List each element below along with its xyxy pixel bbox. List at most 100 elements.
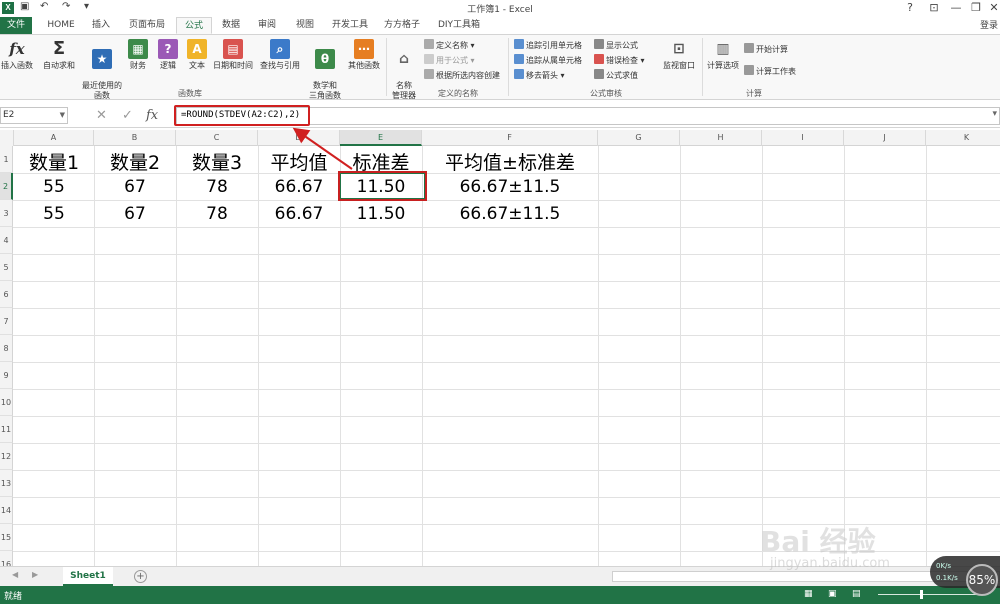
cell-b2[interactable]: 67 [94, 177, 176, 197]
tab-file[interactable]: 文件 [0, 17, 32, 34]
remove-arrows-button[interactable]: 移去箭头 ▾ [514, 69, 565, 83]
prev-sheet-icon[interactable]: ◀ [12, 570, 18, 579]
tab-developer[interactable]: 开发工具 [328, 17, 372, 34]
use-in-formula-button[interactable]: 用于公式 ▾ [424, 54, 475, 68]
row-header-5[interactable]: 5 [0, 254, 13, 281]
tab-formulas[interactable]: 公式 [176, 17, 212, 34]
cell-a1[interactable]: 数量1 [14, 148, 94, 175]
cell-c2[interactable]: 78 [176, 177, 258, 197]
calc-now-button[interactable]: 开始计算 [744, 43, 788, 57]
show-formulas-button[interactable]: 显示公式 [594, 39, 638, 53]
column-header-j[interactable]: J [844, 130, 926, 146]
cell-f1[interactable]: 平均值±标准差 [422, 148, 598, 175]
undo-icon[interactable]: ↶ [40, 1, 48, 12]
tab-insert[interactable]: 插入 [86, 17, 116, 34]
create-from-selection-button[interactable]: 根据所选内容创建 [424, 69, 500, 83]
row-header-13[interactable]: 13 [0, 470, 13, 497]
datetime-button[interactable]: ▤ 日期和时间 [210, 39, 256, 71]
page-layout-view-icon[interactable]: ▣ [828, 589, 837, 599]
column-header-c[interactable]: C [176, 130, 258, 146]
column-header-g[interactable]: G [598, 130, 680, 146]
define-name-button[interactable]: 定义名称 ▾ [424, 39, 475, 53]
column-header-b[interactable]: B [94, 130, 176, 146]
calc-options-button[interactable]: ▥ 计算选项 [704, 39, 742, 71]
tab-home[interactable]: HOME [42, 17, 80, 34]
cell-a3[interactable]: 55 [14, 204, 94, 224]
tab-data[interactable]: 数据 [216, 17, 246, 34]
column-header-f[interactable]: F [422, 130, 598, 146]
zoom-slider-knob[interactable] [920, 590, 923, 599]
column-header-d[interactable]: D [258, 130, 340, 146]
autosum-button[interactable]: Σ 自动求和 [40, 39, 78, 71]
cell-d2[interactable]: 66.67 [258, 177, 340, 197]
row-header-12[interactable]: 12 [0, 443, 13, 470]
math-trig-button[interactable]: θ 数学和 三角函数 [304, 39, 346, 101]
sheet-tab-sheet1[interactable]: Sheet1 [63, 567, 113, 586]
tab-page-layout[interactable]: 页面布局 [124, 17, 170, 34]
column-header-h[interactable]: H [680, 130, 762, 146]
cancel-formula-icon[interactable]: ✕ [96, 108, 107, 123]
next-sheet-icon[interactable]: ▶ [32, 570, 38, 579]
normal-view-icon[interactable]: ▦ [804, 589, 813, 599]
row-header-9[interactable]: 9 [0, 362, 13, 389]
error-checking-button[interactable]: 错误检查 ▾ [594, 54, 645, 68]
cell-a2[interactable]: 55 [14, 177, 94, 197]
cell-d1[interactable]: 平均值 [258, 148, 340, 175]
column-header-a[interactable]: A [14, 130, 94, 146]
row-header-11[interactable]: 11 [0, 416, 13, 443]
name-box-dropdown-icon[interactable]: ▼ [60, 108, 65, 123]
redo-icon[interactable]: ↷ [62, 1, 70, 12]
ribbon-display-button[interactable]: ⊡ [924, 1, 944, 14]
row-header-1[interactable]: 1 [0, 146, 13, 173]
close-button[interactable]: ✕ [984, 1, 1000, 14]
row-header-16[interactable]: 16 [0, 551, 13, 566]
row-header-10[interactable]: 10 [0, 389, 13, 416]
help-button[interactable]: ? [900, 1, 920, 14]
financial-button[interactable]: ▦ 财务 [126, 39, 150, 71]
tab-diy-toolbox[interactable]: DIY工具箱 [432, 17, 486, 34]
customize-qa-icon[interactable]: ▾ [84, 1, 89, 12]
zoom-slider[interactable] [878, 594, 978, 595]
tab-fangfang[interactable]: 方方格子 [380, 17, 424, 34]
name-manager-button[interactable]: ⌂ 名称 管理器 [388, 39, 420, 101]
column-header-e[interactable]: E [340, 130, 422, 146]
lookup-button[interactable]: ⌕ 查找与引用 [258, 39, 302, 71]
cell-f3[interactable]: 66.67±11.5 [422, 204, 598, 224]
cell-c3[interactable]: 78 [176, 204, 258, 224]
row-header-2[interactable]: 2 [0, 173, 13, 200]
trace-dependents-button[interactable]: 追踪从属单元格 [514, 54, 582, 68]
worksheet-grid[interactable]: A B C D E F G H I J K 1 2 3 4 5 6 7 8 9 … [0, 130, 1000, 566]
cell-f2[interactable]: 66.67±11.5 [422, 177, 598, 197]
more-functions-button[interactable]: ⋯ 其他函数 [344, 39, 384, 71]
evaluate-formula-button[interactable]: 公式求值 [594, 69, 638, 83]
column-header-k[interactable]: K [926, 130, 1000, 146]
row-header-8[interactable]: 8 [0, 335, 13, 362]
trace-precedents-button[interactable]: 追踪引用单元格 [514, 39, 582, 53]
tab-view[interactable]: 视图 [290, 17, 320, 34]
add-sheet-button[interactable]: + [134, 570, 147, 583]
insert-function-fx-icon[interactable]: fx [146, 108, 158, 123]
text-button[interactable]: A 文本 [184, 39, 210, 71]
select-all-corner[interactable] [0, 130, 14, 146]
row-header-14[interactable]: 14 [0, 497, 13, 524]
cell-c1[interactable]: 数量3 [176, 148, 258, 175]
logical-button[interactable]: ? 逻辑 [156, 39, 180, 71]
column-header-i[interactable]: I [762, 130, 844, 146]
cell-e3[interactable]: 11.50 [340, 204, 422, 224]
tab-review[interactable]: 审阅 [252, 17, 282, 34]
insert-function-button[interactable]: fx 插入函数 [0, 39, 34, 71]
expand-formula-bar-icon[interactable]: ▾ [992, 109, 997, 119]
cell-b1[interactable]: 数量2 [94, 148, 176, 175]
enter-formula-icon[interactable]: ✓ [122, 108, 133, 123]
minimize-button[interactable]: — [946, 1, 966, 14]
name-box[interactable]: E2 ▼ [0, 107, 68, 124]
restore-button[interactable]: ❐ [966, 1, 986, 14]
recent-functions-button[interactable]: ★ 最近使用的 函数 [80, 39, 124, 101]
page-break-view-icon[interactable]: ▤ [852, 589, 861, 599]
row-header-3[interactable]: 3 [0, 200, 13, 227]
row-header-4[interactable]: 4 [0, 227, 13, 254]
row-header-15[interactable]: 15 [0, 524, 13, 551]
calc-sheet-button[interactable]: 计算工作表 [744, 65, 796, 79]
cell-b3[interactable]: 67 [94, 204, 176, 224]
row-header-7[interactable]: 7 [0, 308, 13, 335]
